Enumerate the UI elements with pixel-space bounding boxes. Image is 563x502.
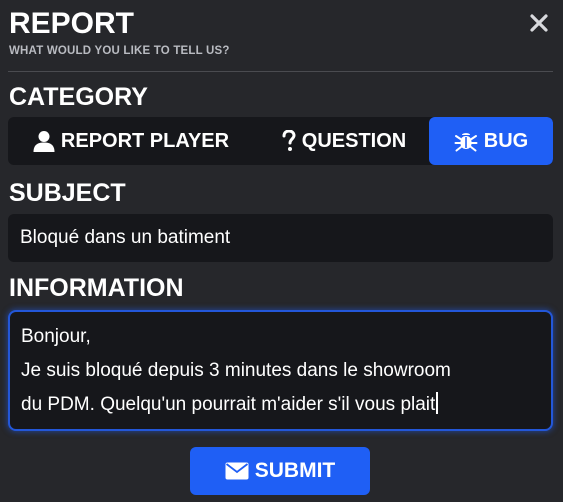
report-dialog: REPORT WHAT WOULD YOU LIKE TO TELL US? C… <box>0 0 563 502</box>
subject-label: SUBJECT <box>9 179 126 207</box>
question-icon <box>282 130 296 152</box>
close-button[interactable] <box>524 8 554 38</box>
bug-icon <box>454 129 478 153</box>
subject-input[interactable]: Bloqué dans un batiment <box>8 214 553 262</box>
close-icon <box>530 14 548 32</box>
information-label: INFORMATION <box>9 274 184 302</box>
submit-button[interactable]: SUBMIT <box>190 447 370 495</box>
textarea-line: Bonjour, <box>21 326 91 347</box>
category-label: CATEGORY <box>9 83 148 111</box>
dialog-title: REPORT <box>9 7 135 40</box>
textarea-line: du PDM. Quelqu'un pourrait m'aider s'il … <box>21 388 540 422</box>
submit-label: SUBMIT <box>254 459 336 482</box>
dialog-subtitle: WHAT WOULD YOU LIKE TO TELL US? <box>9 45 230 57</box>
category-option-label: REPORT PLAYER <box>60 129 230 152</box>
user-icon <box>33 130 55 152</box>
category-selector: REPORT PLAYER QUESTION BUG <box>8 117 553 165</box>
category-option-label: QUESTION <box>301 129 407 152</box>
category-option-label: BUG <box>483 129 529 152</box>
category-option-question[interactable]: QUESTION <box>264 117 424 165</box>
category-option-report-player[interactable]: REPORT PLAYER <box>26 117 236 165</box>
text-caret <box>436 392 438 414</box>
category-option-bug[interactable]: BUG <box>429 117 553 165</box>
divider <box>8 71 553 72</box>
information-textarea[interactable]: Bonjour, Je suis bloqué depuis 3 minutes … <box>8 310 553 431</box>
envelope-icon <box>225 462 249 480</box>
textarea-line: Je suis bloqué depuis 3 minutes dans le … <box>21 360 451 381</box>
